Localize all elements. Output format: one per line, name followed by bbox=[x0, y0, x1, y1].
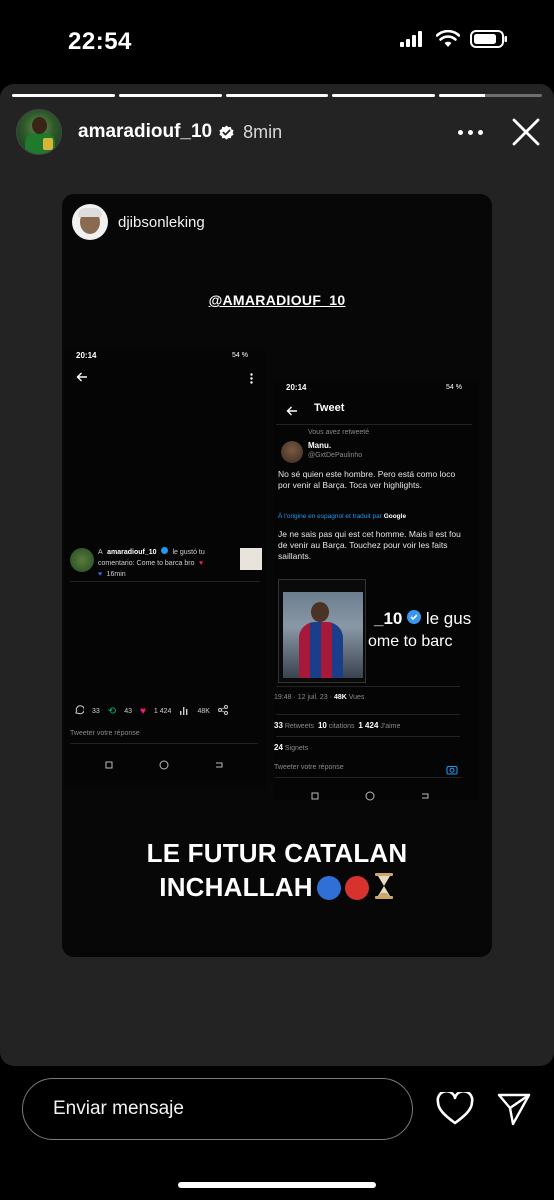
cellular-signal-icon bbox=[400, 31, 426, 52]
home-indicator bbox=[178, 1182, 376, 1188]
kebab-menu-icon bbox=[250, 371, 253, 389]
reply-input: Tweeter votre réponse bbox=[70, 730, 258, 744]
bottom-bar: Enviar mensaje bbox=[0, 1066, 554, 1200]
status-bar: 22:54 bbox=[0, 0, 554, 84]
heart-icon[interactable] bbox=[436, 1089, 474, 1126]
translation-note: À l'origine en espagnol et traduit par G… bbox=[278, 513, 407, 520]
status-icons bbox=[400, 29, 508, 53]
tweet-page-title: Tweet bbox=[314, 402, 345, 414]
progress-segment bbox=[12, 94, 115, 97]
blue-circle-icon bbox=[316, 876, 341, 900]
heart-icon: ♥ bbox=[198, 560, 204, 567]
blue-heart-icon: ♥ bbox=[98, 571, 103, 578]
tweet-bookmarks: 24 Signets bbox=[274, 743, 309, 752]
mention-sticker[interactable]: @AMARADIOUF_10 bbox=[62, 292, 492, 308]
android-nav-bar bbox=[310, 788, 430, 806]
verified-badge-icon bbox=[161, 541, 168, 558]
image-handle-fragment: _10 bbox=[374, 609, 403, 628]
tweet-text: No sé quien este hombre. Pero está como … bbox=[278, 469, 456, 490]
screen-battery: 54 % bbox=[232, 352, 248, 359]
tweet-image: _10 le gus ome to barc bbox=[278, 579, 474, 683]
wifi-icon bbox=[435, 29, 461, 53]
back-icon bbox=[214, 757, 224, 775]
story-progress bbox=[12, 94, 542, 97]
recents-icon bbox=[310, 788, 320, 806]
story-time-ago: 8min bbox=[243, 121, 283, 142]
close-icon[interactable] bbox=[506, 112, 546, 152]
shared-story-card[interactable]: djibsonleking @AMARADIOUF_10 20:14 54 % … bbox=[62, 194, 492, 957]
views-icon bbox=[179, 706, 189, 717]
progress-segment bbox=[332, 94, 436, 97]
screen-battery: 54 % bbox=[446, 384, 462, 391]
image-comment-fragment: ome to barc bbox=[368, 633, 453, 650]
share-icon bbox=[217, 705, 228, 717]
screen-time: 20:14 bbox=[76, 351, 97, 360]
notification-text: A amaradiouf_10 le gustó tu comentario: … bbox=[98, 546, 216, 579]
author-handle: @GxtDePaulinho bbox=[308, 452, 363, 459]
android-nav-bar bbox=[104, 757, 224, 775]
caption-line-2: INCHALLAH bbox=[62, 870, 492, 908]
notification-thumbnail bbox=[240, 548, 262, 570]
progress-fill bbox=[332, 94, 436, 97]
retweeted-note: Vous avez retweeté bbox=[308, 429, 370, 436]
back-icon bbox=[420, 788, 430, 806]
progress-segment bbox=[439, 94, 542, 97]
progress-fill bbox=[12, 94, 115, 97]
more-options-icon[interactable] bbox=[450, 116, 490, 148]
author-name: Manu. bbox=[308, 441, 332, 450]
send-icon[interactable] bbox=[496, 1091, 532, 1127]
story-viewer[interactable]: amaradiouf_10 8min djibsonleking @AMARAD… bbox=[0, 84, 554, 1066]
recents-icon bbox=[104, 757, 114, 775]
tweet-translation: Je ne sais pas qui est cet homme. Mais i… bbox=[278, 529, 461, 561]
card-avatar[interactable] bbox=[72, 204, 108, 240]
screen-time: 20:14 bbox=[286, 383, 307, 392]
verified-badge-icon bbox=[407, 609, 422, 628]
home-icon bbox=[159, 757, 169, 775]
like-icon: ♥ bbox=[139, 705, 146, 717]
story-caption: LE FUTUR CATALAN INCHALLAH bbox=[62, 836, 492, 908]
story-header: amaradiouf_10 8min bbox=[16, 108, 546, 156]
retweet-icon: ⟲ bbox=[107, 705, 117, 717]
embedded-photo bbox=[278, 579, 366, 683]
card-username[interactable]: djibsonleking bbox=[118, 214, 205, 231]
notification-row: A amaradiouf_10 le gustó tu comentario: … bbox=[70, 546, 262, 582]
reply-icon bbox=[74, 705, 85, 717]
progress-fill bbox=[225, 94, 329, 97]
verified-badge-icon bbox=[218, 124, 235, 141]
progress-fill bbox=[118, 94, 222, 97]
camera-icon bbox=[446, 762, 458, 780]
screenshot-notification: 20:14 54 % A amaradiouf_10 le gustó tu c… bbox=[64, 349, 266, 789]
message-input[interactable]: Enviar mensaje bbox=[22, 1078, 413, 1140]
progress-segment bbox=[225, 94, 329, 97]
back-arrow-icon bbox=[286, 403, 298, 421]
progress-fill bbox=[439, 94, 486, 97]
tweet-actions: 33 ⟲ 43 ♥ 1 424 48K bbox=[74, 705, 260, 717]
back-arrow-icon bbox=[76, 369, 88, 387]
screenshot-tweet: 20:14 54 % Tweet Vous avez retweeté Manu… bbox=[274, 381, 478, 801]
notification-avatar bbox=[70, 548, 94, 572]
hourglass-icon bbox=[373, 872, 395, 908]
progress-segment bbox=[118, 94, 222, 97]
status-time: 22:54 bbox=[68, 28, 132, 55]
tweet-meta: 19:48 · 12 juil. 23 · 48K Vues bbox=[274, 694, 365, 701]
tweet-stats: 33 Retweets 10 citations 1 424 J'aime bbox=[274, 721, 401, 730]
author-avatar bbox=[281, 441, 303, 463]
home-icon bbox=[365, 788, 375, 806]
image-text-fragment: le gus bbox=[425, 609, 472, 628]
red-circle-icon bbox=[344, 876, 369, 900]
card-header: djibsonleking bbox=[72, 204, 205, 240]
battery-icon bbox=[470, 30, 508, 53]
reply-input: Tweeter votre réponse bbox=[274, 764, 462, 778]
avatar[interactable] bbox=[16, 109, 62, 155]
caption-line-1: LE FUTUR CATALAN bbox=[146, 838, 408, 868]
story-username[interactable]: amaradiouf_10 bbox=[78, 121, 212, 143]
